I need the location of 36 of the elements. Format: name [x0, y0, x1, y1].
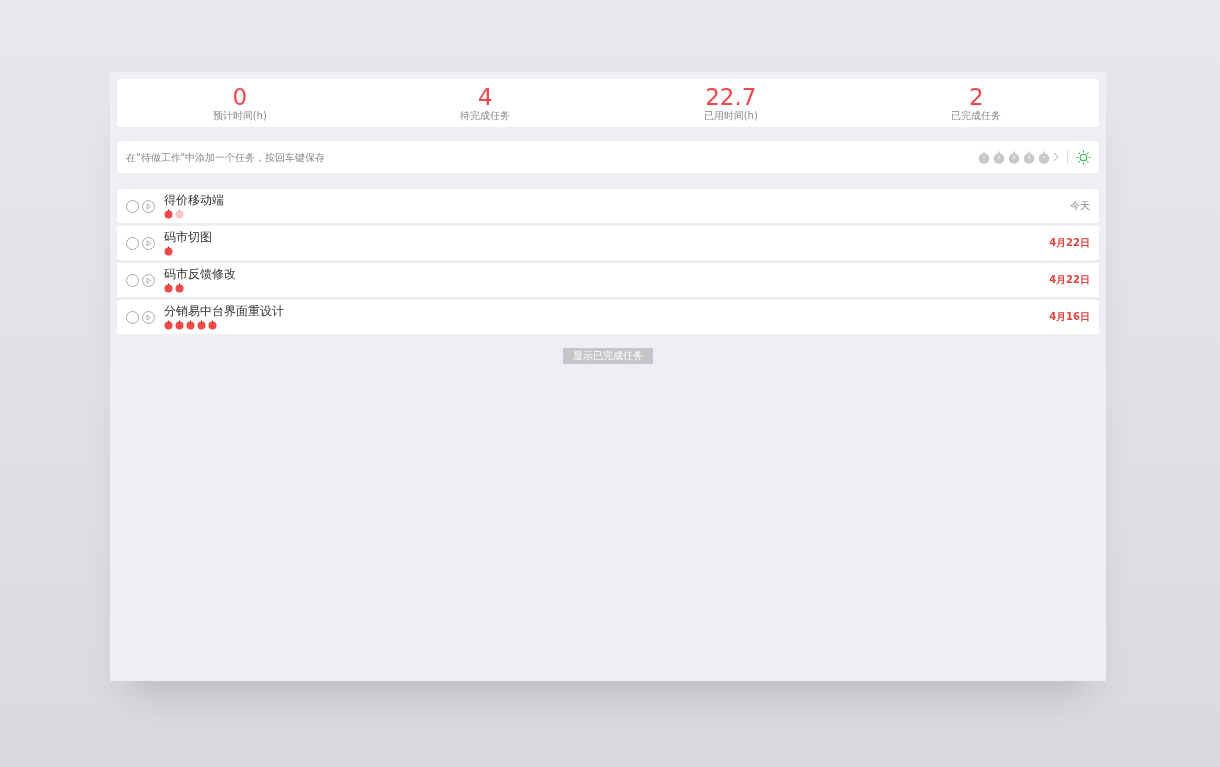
due-date: 4月22日	[1049, 273, 1090, 287]
timer-icon[interactable]	[1023, 150, 1035, 164]
due-date: 4月22日	[1049, 236, 1090, 250]
task-row[interactable]: 码市切图 4月22日	[117, 226, 1099, 260]
task-row[interactable]: 码市反馈修改 4月22日	[117, 263, 1099, 297]
complete-checkbox[interactable]	[126, 199, 139, 213]
stat-label: 待完成任务	[460, 108, 511, 122]
timer-icon[interactable]	[1038, 150, 1050, 164]
timer-icon[interactable]	[993, 150, 1005, 164]
stat-label: 预计时间(h)	[212, 108, 267, 122]
task-title: 得价移动端	[164, 193, 225, 208]
task-title: 码市反馈修改	[164, 267, 237, 282]
timer-icon[interactable]	[978, 150, 990, 164]
task-row[interactable]: 得价移动端 今天	[117, 189, 1099, 223]
stat-value: 2	[968, 84, 984, 109]
sun-icon[interactable]	[1076, 149, 1091, 165]
play-icon[interactable]	[142, 273, 155, 287]
complete-checkbox[interactable]	[126, 273, 139, 287]
complete-checkbox[interactable]	[126, 236, 139, 250]
stat-value: 22.7	[705, 84, 757, 109]
play-icon[interactable]	[142, 199, 155, 213]
play-icon[interactable]	[142, 236, 155, 250]
task-row[interactable]: 分销易中台界面重设计 4月16日	[117, 300, 1099, 334]
play-icon[interactable]	[142, 310, 155, 324]
task-title: 码市切图	[164, 230, 213, 245]
chevron-right-icon[interactable]	[1053, 152, 1059, 162]
stat-label: 已用时间(h)	[703, 108, 758, 122]
task-title: 分销易中台界面重设计	[164, 304, 285, 319]
stat-value: 4	[477, 84, 493, 109]
due-date: 4月16日	[1049, 310, 1090, 324]
timer-icon[interactable]	[1008, 150, 1020, 164]
due-date: 今天	[1070, 199, 1090, 213]
stat-label: 已完成任务	[951, 108, 1002, 122]
new-task-field[interactable]: 在"待做工作"中添加一个任务，按回车键保存	[117, 141, 974, 173]
stat-value: 0	[232, 84, 248, 109]
complete-checkbox[interactable]	[126, 310, 139, 324]
